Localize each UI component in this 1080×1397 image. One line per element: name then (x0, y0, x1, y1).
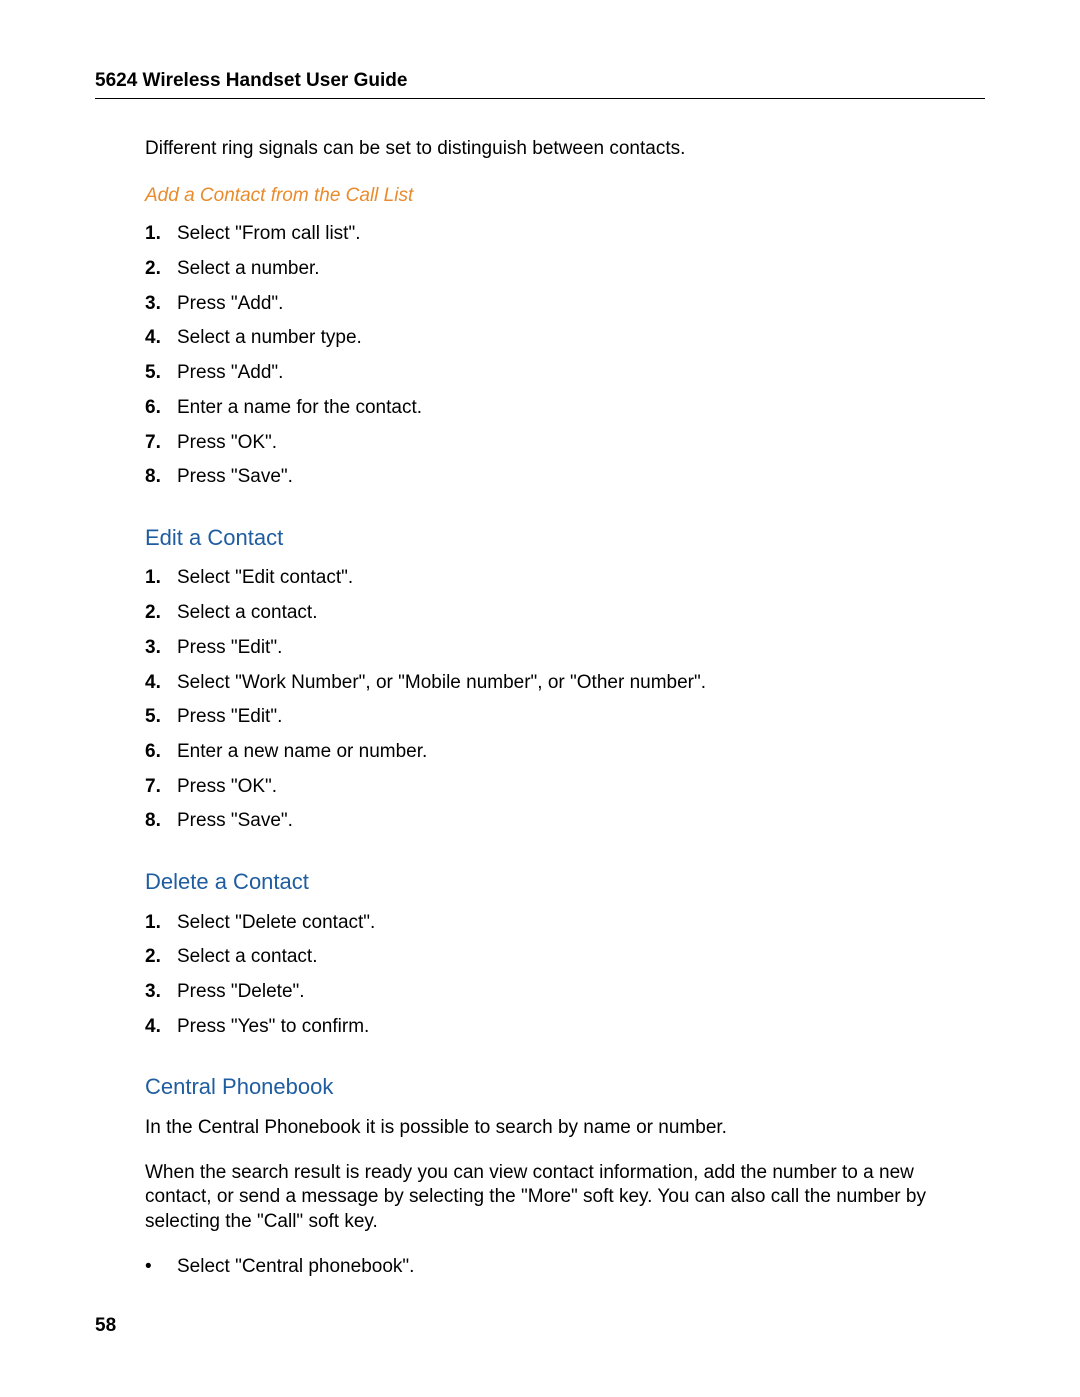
list-item: 4.Select "Work Number", or "Mobile numbe… (145, 671, 975, 696)
intro-text: Different ring signals can be set to dis… (145, 137, 975, 162)
step-number: 4. (145, 326, 177, 351)
step-text: Press "Add". (177, 292, 283, 317)
page-number: 58 (95, 1315, 116, 1337)
step-number: 6. (145, 740, 177, 765)
list-item: 2.Select a number. (145, 257, 975, 282)
list-item: 7.Press "OK". (145, 431, 975, 456)
list-item: 2.Select a contact. (145, 945, 975, 970)
list-item: 8.Press "Save". (145, 465, 975, 490)
step-text: Select "Work Number", or "Mobile number"… (177, 671, 706, 696)
step-number: 7. (145, 431, 177, 456)
bullet-dot: • (145, 1255, 177, 1280)
step-text: Press "Save". (177, 809, 293, 834)
page: 5624 Wireless Handset User Guide Differe… (0, 0, 1080, 1397)
step-text: Press "Save". (177, 465, 293, 490)
list-item: 8.Press "Save". (145, 809, 975, 834)
step-number: 4. (145, 671, 177, 696)
list-item: 6.Enter a new name or number. (145, 740, 975, 765)
list-item: 1.Select "Delete contact". (145, 911, 975, 936)
header-rule (95, 98, 985, 99)
step-number: 5. (145, 361, 177, 386)
step-number: 5. (145, 705, 177, 730)
list-item: 3.Press "Add". (145, 292, 975, 317)
step-text: Press "Add". (177, 361, 283, 386)
step-text: Select "From call list". (177, 222, 360, 247)
step-text: Select a contact. (177, 945, 317, 970)
step-number: 2. (145, 945, 177, 970)
list-item: 2.Select a contact. (145, 601, 975, 626)
list-item: 3.Press "Edit". (145, 636, 975, 661)
content-area: Different ring signals can be set to dis… (145, 137, 975, 1279)
step-number: 3. (145, 292, 177, 317)
list-item: 7.Press "OK". (145, 775, 975, 800)
step-number: 3. (145, 636, 177, 661)
step-number: 8. (145, 809, 177, 834)
list-item: •Select "Central phonebook". (145, 1255, 975, 1280)
step-text: Press "Edit". (177, 636, 282, 661)
central-phonebook-para2: When the search result is ready you can … (145, 1161, 975, 1235)
list-item: 5.Press "Edit". (145, 705, 975, 730)
step-text: Press "Yes" to confirm. (177, 1015, 369, 1040)
bullets-central-phonebook: •Select "Central phonebook". (145, 1255, 975, 1280)
list-item: 4.Press "Yes" to confirm. (145, 1015, 975, 1040)
step-text: Press "OK". (177, 431, 277, 456)
step-text: Press "OK". (177, 775, 277, 800)
step-text: Select a number type. (177, 326, 362, 351)
step-text: Select "Edit contact". (177, 566, 353, 591)
step-number: 1. (145, 911, 177, 936)
step-number: 1. (145, 222, 177, 247)
central-phonebook-para1: In the Central Phonebook it is possible … (145, 1116, 975, 1141)
bullet-text: Select "Central phonebook". (177, 1255, 414, 1280)
step-number: 8. (145, 465, 177, 490)
step-number: 3. (145, 980, 177, 1005)
step-text: Select a number. (177, 257, 320, 282)
list-item: 1.Select "Edit contact". (145, 566, 975, 591)
step-number: 7. (145, 775, 177, 800)
section-heading-delete-contact: Delete a Contact (145, 868, 975, 897)
step-text: Select a contact. (177, 601, 317, 626)
section-heading-edit-contact: Edit a Contact (145, 524, 975, 553)
steps-edit-contact: 1.Select "Edit contact". 2.Select a cont… (145, 566, 975, 834)
list-item: 5.Press "Add". (145, 361, 975, 386)
header-title: 5624 Wireless Handset User Guide (95, 70, 985, 92)
list-item: 6.Enter a name for the contact. (145, 396, 975, 421)
step-text: Press "Delete". (177, 980, 305, 1005)
step-text: Press "Edit". (177, 705, 282, 730)
list-item: 1.Select "From call list". (145, 222, 975, 247)
section-heading-central-phonebook: Central Phonebook (145, 1073, 975, 1102)
step-text: Select "Delete contact". (177, 911, 375, 936)
steps-add-contact: 1.Select "From call list". 2.Select a nu… (145, 222, 975, 490)
section-heading-add-contact: Add a Contact from the Call List (145, 184, 975, 209)
steps-delete-contact: 1.Select "Delete contact". 2.Select a co… (145, 911, 975, 1040)
step-number: 2. (145, 257, 177, 282)
step-number: 1. (145, 566, 177, 591)
step-number: 4. (145, 1015, 177, 1040)
list-item: 4.Select a number type. (145, 326, 975, 351)
step-number: 6. (145, 396, 177, 421)
list-item: 3.Press "Delete". (145, 980, 975, 1005)
step-text: Enter a name for the contact. (177, 396, 422, 421)
step-number: 2. (145, 601, 177, 626)
step-text: Enter a new name or number. (177, 740, 427, 765)
